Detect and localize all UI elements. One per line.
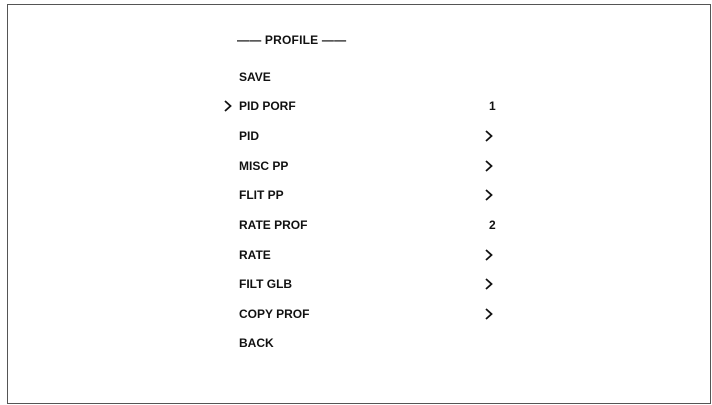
menu-title: —— PROFILE ——: [237, 33, 347, 47]
menu-item-pid[interactable]: PID: [223, 126, 503, 146]
menu-item-label: RATE: [239, 248, 271, 262]
chevron-right-icon: [485, 308, 495, 320]
chevron-right-icon: [485, 130, 495, 142]
osd-frame: —— PROFILE —— SAVE PID PORF 1 PID MISC P…: [7, 4, 711, 404]
menu-item-rate-prof[interactable]: RATE PROF 2: [223, 215, 503, 235]
menu-item-label: RATE PROF: [239, 218, 308, 232]
menu-item-pid-porf[interactable]: PID PORF 1: [223, 96, 503, 116]
menu-item-rate[interactable]: RATE: [223, 245, 503, 265]
chevron-right-icon: [485, 249, 495, 261]
menu-item-filt-glb[interactable]: FILT GLB: [223, 274, 503, 294]
menu-item-label: SAVE: [239, 70, 271, 84]
menu-item-save[interactable]: SAVE: [223, 67, 503, 87]
menu-item-label: FILT GLB: [239, 277, 293, 291]
chevron-right-icon: [485, 278, 495, 290]
menu-item-copy-prof[interactable]: COPY PROF: [223, 304, 503, 324]
menu-item-flit-pp[interactable]: FLIT PP: [223, 185, 503, 205]
menu-item-label: FLIT PP: [239, 188, 284, 202]
chevron-right-icon: [485, 160, 495, 172]
menu-item-label: BACK: [239, 336, 274, 350]
menu-item-label: MISC PP: [239, 159, 289, 173]
profile-menu: —— PROFILE —— SAVE PID PORF 1 PID MISC P…: [8, 5, 710, 403]
menu-item-label: COPY PROF: [239, 307, 310, 321]
menu-item-value: 2: [489, 218, 496, 232]
menu-item-back[interactable]: BACK: [223, 333, 503, 353]
selection-cursor-icon: [223, 96, 233, 116]
menu-item-misc-pp[interactable]: MISC PP: [223, 156, 503, 176]
chevron-right-icon: [485, 189, 495, 201]
menu-item-label: PID: [239, 129, 260, 143]
menu-item-value: 1: [489, 99, 496, 113]
menu-item-label: PID PORF: [239, 99, 296, 113]
